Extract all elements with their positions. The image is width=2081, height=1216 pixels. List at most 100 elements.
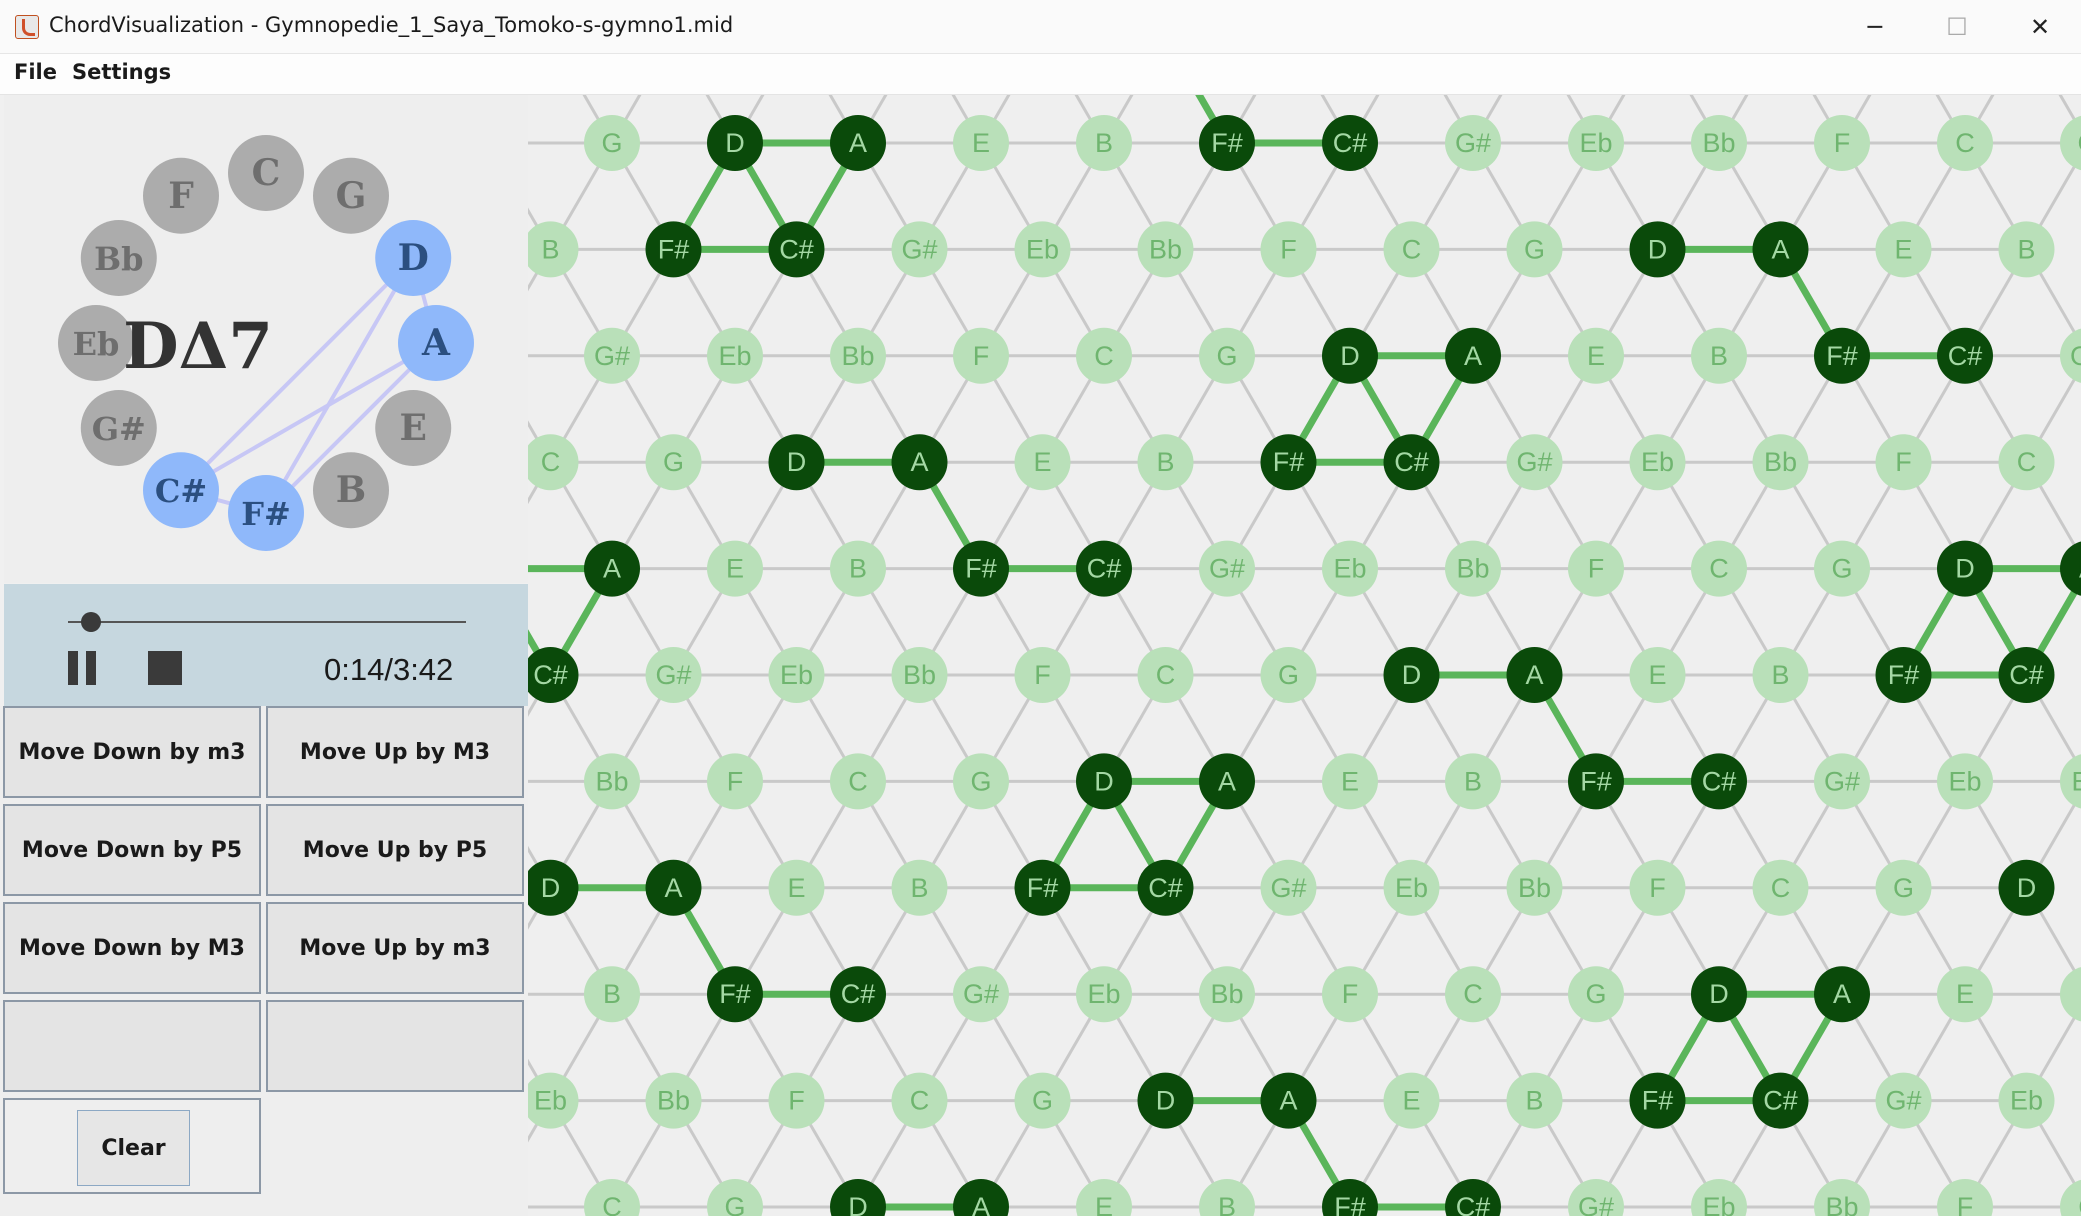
tonnetz-node-c-sharp[interactable]: C#	[1937, 327, 1993, 384]
tonnetz-node-b[interactable]: B	[1445, 753, 1501, 810]
tonnetz-node-c[interactable]: C	[891, 1072, 948, 1129]
tonnetz-node-c[interactable]: C	[2060, 1179, 2081, 1216]
tonnetz-node-b[interactable]: B	[1691, 327, 1747, 384]
tonnetz-node-e[interactable]: E	[1322, 753, 1378, 810]
tonnetz-node-e[interactable]: E	[707, 540, 763, 597]
tonnetz-node-eb[interactable]: Eb	[1629, 434, 1686, 491]
tonnetz-node-d[interactable]: D	[768, 434, 825, 491]
tonnetz-node-a[interactable]: A	[1260, 1072, 1317, 1129]
tonnetz-node-eb[interactable]: Eb	[1568, 115, 1624, 171]
tonnetz-node-g-sharp[interactable]: G#	[1260, 859, 1317, 916]
tonnetz-node-g-sharp[interactable]: G#	[891, 221, 948, 278]
tonnetz-node-g[interactable]: G	[707, 1179, 763, 1216]
move-up-M3-button[interactable]: Move Up by M3	[266, 706, 524, 798]
tonnetz-node-f[interactable]: F	[1014, 647, 1071, 703]
tonnetz-node-e[interactable]: E	[1937, 966, 1993, 1023]
tonnetz-node-g[interactable]: G	[953, 753, 1009, 810]
tonnetz-node-eb[interactable]: Eb	[1076, 966, 1132, 1023]
tonnetz-node-b[interactable]: B	[1076, 115, 1132, 171]
tonnetz-node-e[interactable]: E	[768, 859, 825, 916]
tonnetz-node-a[interactable]: A	[1752, 221, 1809, 278]
tonnetz-node-bb[interactable]: Bb	[1814, 1179, 1870, 1216]
tonnetz-node-g[interactable]: G	[1568, 966, 1624, 1023]
tonnetz-node-g[interactable]: G	[1014, 1072, 1071, 1129]
tonnetz-node-a[interactable]: A	[1814, 966, 1870, 1023]
tonnetz-node-eb[interactable]: Eb	[1691, 1179, 1747, 1216]
move-down-P5-button[interactable]: Move Down by P5	[3, 804, 261, 896]
tonnetz-node-c-sharp[interactable]: C#	[528, 647, 579, 703]
tonnetz-node-c-sharp[interactable]: C#	[1998, 647, 2055, 703]
tonnetz-node-c-sharp[interactable]: C#	[1322, 115, 1378, 171]
tonnetz-node-bb[interactable]: Bb	[1199, 966, 1255, 1023]
playback-slider-thumb[interactable]	[80, 612, 101, 632]
tonnetz-node-e[interactable]: E	[1076, 1179, 1132, 1216]
tonnetz-node-e[interactable]: E	[1629, 647, 1686, 703]
move-down-M3-button[interactable]: Move Down by M3	[3, 902, 261, 994]
tonnetz-node-c[interactable]: C	[1752, 859, 1809, 916]
tonnetz-node-b[interactable]: B	[2060, 966, 2081, 1022]
tonnetz-node-d[interactable]: D	[1322, 327, 1378, 384]
tonnetz-node-a[interactable]: A	[645, 859, 702, 916]
tonnetz-node-d[interactable]: D	[1691, 966, 1747, 1023]
tonnetz-node-g-sharp[interactable]: G#	[953, 966, 1009, 1023]
tonnetz-node-eb[interactable]: Eb	[1322, 540, 1378, 597]
tonnetz-node-bb[interactable]: Bb	[1691, 115, 1747, 171]
tonnetz-node-d[interactable]: D	[528, 859, 579, 916]
tonnetz-node-d[interactable]: D	[1937, 540, 1993, 597]
tonnetz-node-a[interactable]: A	[584, 540, 640, 597]
tonnetz-node-f-sharp[interactable]: F#	[1322, 1179, 1378, 1216]
tonnetz-node-f-sharp[interactable]: F#	[1875, 647, 1932, 703]
tonnetz-node-c[interactable]: C	[1998, 434, 2055, 491]
tonnetz-node-f[interactable]: F	[1568, 540, 1624, 597]
tonnetz-node-bb[interactable]: Bb	[891, 647, 948, 703]
tonnetz-node-g[interactable]: G	[645, 434, 702, 491]
tonnetz-node-g[interactable]: G	[2060, 115, 2081, 171]
tonnetz-node-g-sharp[interactable]: G#	[1199, 540, 1255, 597]
tonnetz-node-b[interactable]: B	[1998, 221, 2055, 278]
empty-button-1[interactable]	[3, 1000, 261, 1092]
tonnetz-node-f[interactable]: F	[1260, 221, 1317, 278]
tonnetz-node-e[interactable]: E	[953, 115, 1009, 171]
tonnetz-node-g-sharp[interactable]: G#	[1445, 115, 1501, 171]
tonnetz-node-bb[interactable]: Bb	[1137, 221, 1194, 278]
tonnetz-node-f-sharp[interactable]: F#	[1199, 115, 1255, 171]
tonnetz-node-c-sharp[interactable]: C#	[1383, 434, 1440, 491]
tonnetz-node-a[interactable]: A	[891, 434, 948, 491]
tonnetz-node-f[interactable]: F	[1814, 115, 1870, 171]
tonnetz-node-c-sharp[interactable]: C#	[830, 966, 886, 1023]
tonnetz-node-e[interactable]: E	[1014, 434, 1071, 491]
tonnetz-node-bb[interactable]: Bb	[584, 753, 640, 810]
tonnetz-node-b[interactable]: B	[830, 540, 886, 597]
tonnetz-node-bb[interactable]: Bb	[645, 1072, 702, 1129]
tonnetz-node-c-sharp[interactable]: C#	[1137, 859, 1194, 916]
tonnetz-node-g[interactable]: G	[584, 115, 640, 171]
tonnetz-node-e[interactable]: E	[1383, 1072, 1440, 1129]
tonnetz-node-g[interactable]: G	[1199, 327, 1255, 384]
tonnetz-node-a[interactable]: A	[2060, 541, 2081, 597]
pause-icon[interactable]	[66, 651, 100, 685]
close-button[interactable]: ✕	[2000, 0, 2080, 53]
move-up-m3-button[interactable]: Move Up by m3	[266, 902, 524, 994]
tonnetz-node-c[interactable]: C	[584, 1179, 640, 1216]
tonnetz-node-c[interactable]: C	[830, 753, 886, 810]
tonnetz-node-c[interactable]: C	[528, 434, 579, 491]
tonnetz-node-eb[interactable]: Eb	[1937, 753, 1993, 810]
tonnetz-node-c-sharp[interactable]: C#	[768, 221, 825, 278]
tonnetz-node-eb[interactable]: Eb	[1998, 1072, 2055, 1129]
tonnetz-node-g-sharp[interactable]: G#	[645, 647, 702, 703]
tonnetz-node-f[interactable]: F	[707, 753, 763, 810]
tonnetz-node-bb[interactable]: Bb	[2060, 753, 2081, 809]
tonnetz-node-f-sharp[interactable]: F#	[1814, 327, 1870, 384]
tonnetz-node-f-sharp[interactable]: F#	[1629, 1072, 1686, 1129]
tonnetz-node-bb[interactable]: Bb	[1445, 540, 1501, 597]
tonnetz-node-d[interactable]: D	[830, 1179, 886, 1216]
tonnetz-node-f[interactable]: F	[1875, 434, 1932, 491]
tonnetz-node-g[interactable]: G	[1875, 859, 1932, 916]
tonnetz-node-b[interactable]: B	[1137, 434, 1194, 491]
tonnetz-node-b[interactable]: B	[891, 859, 948, 916]
tonnetz-node-f[interactable]: F	[1322, 966, 1378, 1023]
tonnetz-node-b[interactable]: B	[528, 221, 579, 278]
tonnetz-node-b[interactable]: B	[584, 966, 640, 1023]
tonnetz-node-c[interactable]: C	[1691, 540, 1747, 597]
tonnetz-node-d[interactable]: D	[1629, 221, 1686, 278]
